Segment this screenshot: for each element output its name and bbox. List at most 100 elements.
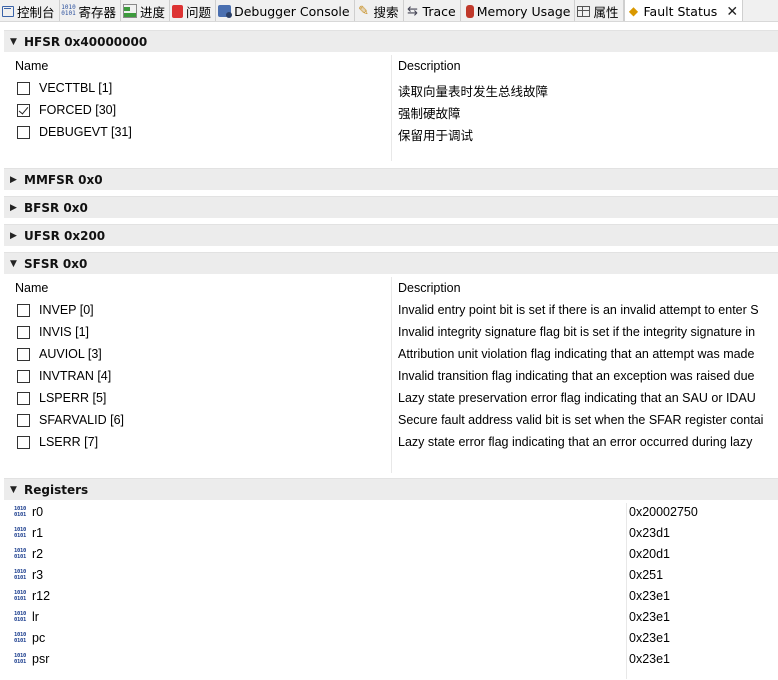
trace-icon: ⇆: [407, 3, 418, 19]
tab-registers[interactable]: 1010 0101 寄存器: [60, 0, 122, 21]
bit-name: DEBUGEVT [31]: [39, 125, 132, 139]
register-icon: 1010 0101: [14, 548, 30, 561]
sfarvalid-checkbox[interactable]: [17, 414, 30, 427]
register-row[interactable]: 1010 0101 r12 0x23e1: [4, 587, 778, 608]
tab-progress-label: 进度: [140, 4, 166, 20]
sfsr-table: Name Description INVEP [0] Invalid entry…: [4, 274, 778, 476]
vecttbl-checkbox[interactable]: [17, 82, 30, 95]
ufsr-header[interactable]: ▶ UFSR 0x200: [4, 224, 778, 246]
mmfsr-header[interactable]: ▶ MMFSR 0x0: [4, 168, 778, 190]
sfsr-header[interactable]: ▼ SFSR 0x0: [4, 252, 778, 274]
sfsr-bit-row: LSPERR [5] Lazy state preservation error…: [4, 388, 778, 410]
hfsr-bit-row: VECTTBL [1] 读取向量表时发生总线故障: [4, 78, 778, 100]
bit-name: INVIS [1]: [39, 325, 90, 339]
bit-description: Invalid integrity signature flag bit is …: [398, 325, 756, 339]
chevron-down-icon[interactable]: ▼: [10, 37, 24, 47]
invtran-checkbox[interactable]: [17, 370, 30, 383]
register-icon-glyph-bottom: 0101: [14, 554, 27, 560]
register-value: 0x23e1: [629, 610, 671, 624]
invis-checkbox[interactable]: [17, 326, 30, 339]
register-name: r2: [32, 547, 44, 561]
register-row[interactable]: 1010 0101 r2 0x20d1: [4, 545, 778, 566]
hfsr-bit-row: DEBUGEVT [31] 保留用于调试: [4, 122, 778, 144]
register-row[interactable]: 1010 0101 pc 0x23e1: [4, 629, 778, 650]
register-icon-glyph-bottom: 0101: [14, 638, 27, 644]
description-column-header[interactable]: Description: [398, 59, 461, 73]
description-column-header[interactable]: Description: [398, 281, 461, 295]
register-name: r3: [32, 568, 44, 582]
tab-trace[interactable]: ⇆ Trace: [404, 0, 461, 21]
tab-registers-label: 寄存器: [78, 4, 117, 20]
register-row[interactable]: 1010 0101 psr 0x23e1: [4, 650, 778, 671]
register-row[interactable]: 1010 0101 r0 0x20002750: [4, 503, 778, 524]
debugger-console-icon: [218, 5, 233, 18]
bit-description: 读取向量表时发生总线故障: [398, 85, 549, 99]
bit-name: SFARVALID [6]: [39, 413, 124, 427]
tab-problems-label: 问题: [186, 4, 212, 20]
auviol-checkbox[interactable]: [17, 348, 30, 361]
chevron-down-icon[interactable]: ▼: [10, 259, 24, 269]
registers-icon: 1010 0101: [61, 4, 75, 18]
chevron-down-icon[interactable]: ▼: [10, 485, 24, 495]
register-icon-glyph-bottom: 0101: [14, 575, 27, 581]
register-icon: 1010 0101: [14, 632, 30, 645]
bit-name: LSPERR [5]: [39, 391, 107, 405]
register-value: 0x23e1: [629, 631, 671, 645]
debugevt-checkbox[interactable]: [17, 126, 30, 139]
register-name: pc: [32, 631, 46, 645]
register-row[interactable]: 1010 0101 r3 0x251: [4, 566, 778, 587]
sfsr-bit-row: INVIS [1] Invalid integrity signature fl…: [4, 322, 778, 344]
bit-name: INVTRAN [4]: [39, 369, 112, 383]
tab-problems[interactable]: 问题: [170, 0, 217, 21]
bit-name: LSERR [7]: [39, 435, 99, 449]
lsperr-checkbox[interactable]: [17, 392, 30, 405]
properties-icon: [577, 5, 591, 17]
hfsr-section: ▼ HFSR 0x40000000 Name Description VECTT…: [4, 30, 778, 166]
tab-search[interactable]: ✎ 搜索: [355, 0, 404, 21]
forced-checkbox[interactable]: [17, 104, 30, 117]
sfsr-bit-row: INVTRAN [4] Invalid transition flag indi…: [4, 366, 778, 388]
tab-properties[interactable]: 属性: [575, 0, 624, 21]
mmfsr-section: ▶ MMFSR 0x0: [4, 168, 778, 190]
chevron-right-icon[interactable]: ▶: [10, 203, 24, 213]
bfsr-header[interactable]: ▶ BFSR 0x0: [4, 196, 778, 218]
name-column-header[interactable]: Name: [15, 59, 48, 73]
tab-progress[interactable]: 进度: [121, 0, 171, 21]
register-icon: 1010 0101: [14, 611, 30, 624]
bit-name: FORCED [30]: [39, 103, 117, 117]
bit-description: Invalid transition flag indicating that …: [398, 369, 755, 383]
tab-console[interactable]: 控制台: [0, 0, 60, 21]
tab-debugger-console[interactable]: Debugger Console: [216, 0, 355, 21]
registers-section: ▼ Registers 1010 0101 r0 0x20002750 1010 0…: [4, 478, 778, 680]
registers-title: Registers: [24, 482, 89, 497]
register-name: r12: [32, 589, 51, 603]
close-icon[interactable]: ✕: [726, 4, 738, 20]
tab-debugger-console-label: Debugger Console: [234, 3, 350, 19]
register-icon: 1010 0101: [14, 569, 30, 582]
register-row[interactable]: 1010 0101 lr 0x23e1: [4, 608, 778, 629]
lserr-checkbox[interactable]: [17, 436, 30, 449]
chevron-right-icon[interactable]: ▶: [10, 231, 24, 241]
mmfsr-title: MMFSR 0x0: [24, 172, 103, 187]
register-value: 0x23d1: [629, 526, 671, 540]
tab-memory-usage-label: Memory Usage: [476, 3, 571, 19]
tab-fault-status[interactable]: ◆ Fault Status ✕: [623, 0, 744, 21]
sfsr-bit-row: INVEP [0] Invalid entry point bit is set…: [4, 300, 778, 322]
register-icon-glyph-bottom: 0101: [14, 533, 27, 539]
bit-name: VECTTBL [1]: [39, 81, 113, 95]
bfsr-title: BFSR 0x0: [24, 200, 88, 215]
register-value: 0x20d1: [629, 547, 671, 561]
register-name: r1: [32, 526, 44, 540]
tab-memory-usage[interactable]: Memory Usage: [461, 0, 576, 21]
invep-checkbox[interactable]: [17, 304, 30, 317]
register-icon: 1010 0101: [14, 506, 30, 519]
chevron-right-icon[interactable]: ▶: [10, 175, 24, 185]
register-row[interactable]: 1010 0101 r1 0x23d1: [4, 524, 778, 545]
name-column-header[interactable]: Name: [15, 281, 48, 295]
registers-header[interactable]: ▼ Registers: [4, 478, 778, 500]
bit-description: Lazy state error flag indicating that an…: [398, 435, 753, 449]
bit-description: Lazy state preservation error flag indic…: [398, 391, 756, 405]
register-value: 0x20002750: [629, 505, 698, 519]
tab-trace-label: Trace: [422, 3, 456, 19]
hfsr-header[interactable]: ▼ HFSR 0x40000000: [4, 30, 778, 52]
